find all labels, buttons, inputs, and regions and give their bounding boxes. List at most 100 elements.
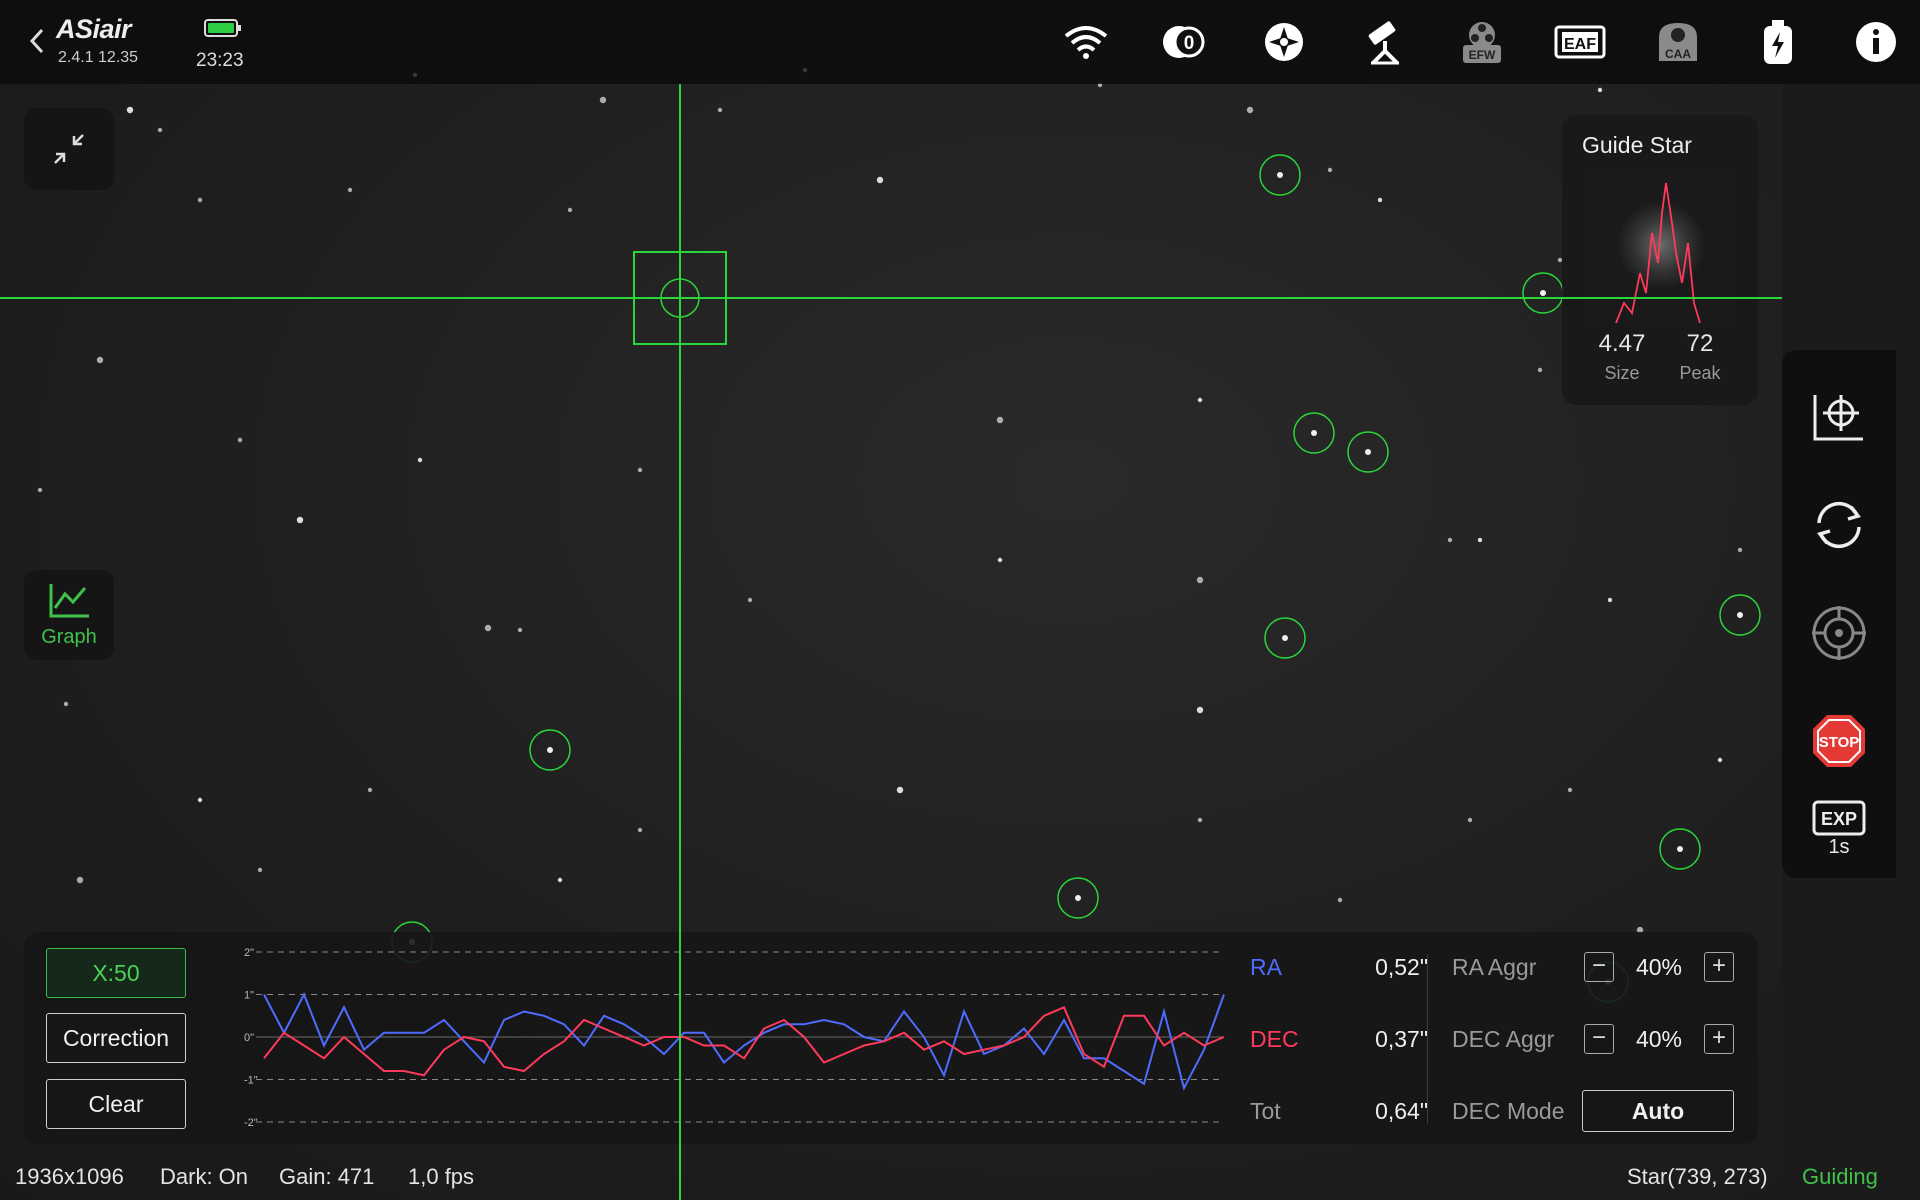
- dec-mode-label: DEC Mode: [1452, 1098, 1565, 1124]
- star: [557, 877, 563, 883]
- star: [1197, 817, 1203, 823]
- eaf-icon[interactable]: EAF: [1554, 18, 1606, 66]
- star: [63, 701, 69, 707]
- dec-mode-select[interactable]: Auto: [1582, 1090, 1734, 1132]
- dec-aggr-value: 40%: [1635, 1026, 1683, 1052]
- star: [1477, 537, 1483, 543]
- back-icon[interactable]: [26, 26, 48, 56]
- clock: 23:23: [196, 50, 244, 71]
- exposure-icon: EXP: [1812, 800, 1866, 836]
- ra-value: 0,52": [1375, 954, 1428, 980]
- star: [197, 197, 203, 203]
- dec-label: DEC: [1250, 1026, 1299, 1052]
- correction-button[interactable]: Correction: [46, 1013, 186, 1063]
- focus-target-icon[interactable]: [1258, 18, 1310, 66]
- battery-icon: [204, 19, 241, 37]
- detected-star: [1677, 846, 1683, 852]
- star: [1327, 167, 1333, 173]
- y-tick-label: 2": [244, 947, 254, 959]
- star: [417, 457, 423, 463]
- star: [1567, 787, 1573, 793]
- detected-star: [1277, 172, 1283, 178]
- star: [1737, 547, 1743, 553]
- star-peak-value: 72: [1686, 330, 1714, 357]
- star: [237, 437, 243, 443]
- status-dark: Dark: On: [160, 1164, 249, 1189]
- filter-wheel-zero-icon[interactable]: 0: [1158, 18, 1210, 66]
- star: [257, 867, 263, 873]
- status-bar: 1936x1096 Dark: On Gain: 471 1,0 fps Sta…: [0, 1156, 1920, 1200]
- ra-aggr-label: RA Aggr: [1452, 954, 1537, 980]
- info-icon[interactable]: [1850, 18, 1902, 66]
- dec-aggr-decrease-button[interactable]: −: [1584, 1024, 1614, 1054]
- stop-label: STOP: [1819, 734, 1860, 751]
- guide-target-button[interactable]: [1804, 598, 1874, 668]
- tot-value: 0,64": [1375, 1098, 1428, 1124]
- panel-divider: [1427, 954, 1428, 1124]
- x-scale-button[interactable]: X:50: [46, 948, 186, 998]
- exposure-value: 1s: [1828, 836, 1850, 858]
- graph-label: Graph: [41, 625, 97, 648]
- star: [37, 487, 43, 493]
- star: [567, 207, 573, 213]
- ra-series-line: [263, 992, 1225, 1091]
- ra-aggr-value: 40%: [1635, 954, 1683, 980]
- eaf-label: EAF: [1564, 36, 1596, 53]
- right-toolbar: STOP EXP 1s: [1782, 350, 1896, 878]
- dec-aggr-label: DEC Aggr: [1452, 1026, 1555, 1052]
- stop-icon: STOP: [1813, 715, 1865, 767]
- status-star-position: Star(739, 273): [1627, 1164, 1768, 1189]
- star: [296, 516, 304, 524]
- dec-series-line: [263, 1005, 1225, 1077]
- star: [637, 827, 643, 833]
- status-gain: Gain: 471: [279, 1164, 375, 1189]
- star: [1597, 87, 1603, 93]
- star: [717, 107, 723, 113]
- status-fps: 1,0 fps: [408, 1164, 475, 1189]
- power-usb-icon[interactable]: [1752, 18, 1804, 66]
- collapse-view-button[interactable]: [24, 108, 114, 190]
- calibration-chart-icon: [1813, 395, 1863, 441]
- caa-icon[interactable]: CAA: [1652, 18, 1704, 66]
- star: [484, 624, 492, 632]
- star: [197, 797, 203, 803]
- collapse-icon: [54, 134, 84, 164]
- star: [347, 187, 353, 193]
- star: [1607, 597, 1613, 603]
- filter-zero-label: 0: [1184, 33, 1195, 54]
- exposure-button[interactable]: EXP: [1804, 796, 1874, 840]
- star: [1717, 757, 1723, 763]
- star: [1197, 397, 1203, 403]
- status-resolution: 1936x1096: [15, 1164, 124, 1189]
- star: [157, 127, 163, 133]
- wifi-icon[interactable]: [1060, 18, 1112, 66]
- star-peak-label: Peak: [1679, 363, 1721, 383]
- graph-toggle-button[interactable]: Graph: [24, 570, 114, 660]
- star: [1467, 817, 1473, 823]
- dec-value: 0,37": [1375, 1026, 1428, 1052]
- dec-aggr-increase-button[interactable]: +: [1704, 1024, 1734, 1054]
- telescope-mount-icon[interactable]: [1358, 18, 1410, 66]
- detected-star: [547, 747, 553, 753]
- efw-icon[interactable]: EFW: [1456, 18, 1508, 66]
- detected-star: [1540, 290, 1546, 296]
- star: [747, 597, 753, 603]
- refresh-button[interactable]: [1804, 490, 1874, 560]
- refresh-icon: [1817, 501, 1861, 549]
- star: [1537, 367, 1543, 373]
- stop-button[interactable]: STOP: [1804, 706, 1874, 776]
- caa-label: CAA: [1665, 47, 1691, 61]
- y-tick-label: 1": [244, 990, 254, 1002]
- ra-aggr-increase-button[interactable]: +: [1704, 952, 1734, 982]
- detected-star: [1075, 895, 1081, 901]
- line-chart-icon: [49, 583, 89, 617]
- ra-aggr-decrease-button[interactable]: −: [1584, 952, 1614, 982]
- star: [996, 416, 1004, 424]
- detected-star: [1282, 635, 1288, 641]
- calibration-button[interactable]: [1804, 382, 1874, 452]
- star: [1377, 197, 1383, 203]
- y-tick-label: 0": [244, 1032, 254, 1044]
- app-logo: ASiair: [56, 14, 132, 44]
- y-tick-label: -2": [244, 1117, 258, 1129]
- clear-button[interactable]: Clear: [46, 1079, 186, 1129]
